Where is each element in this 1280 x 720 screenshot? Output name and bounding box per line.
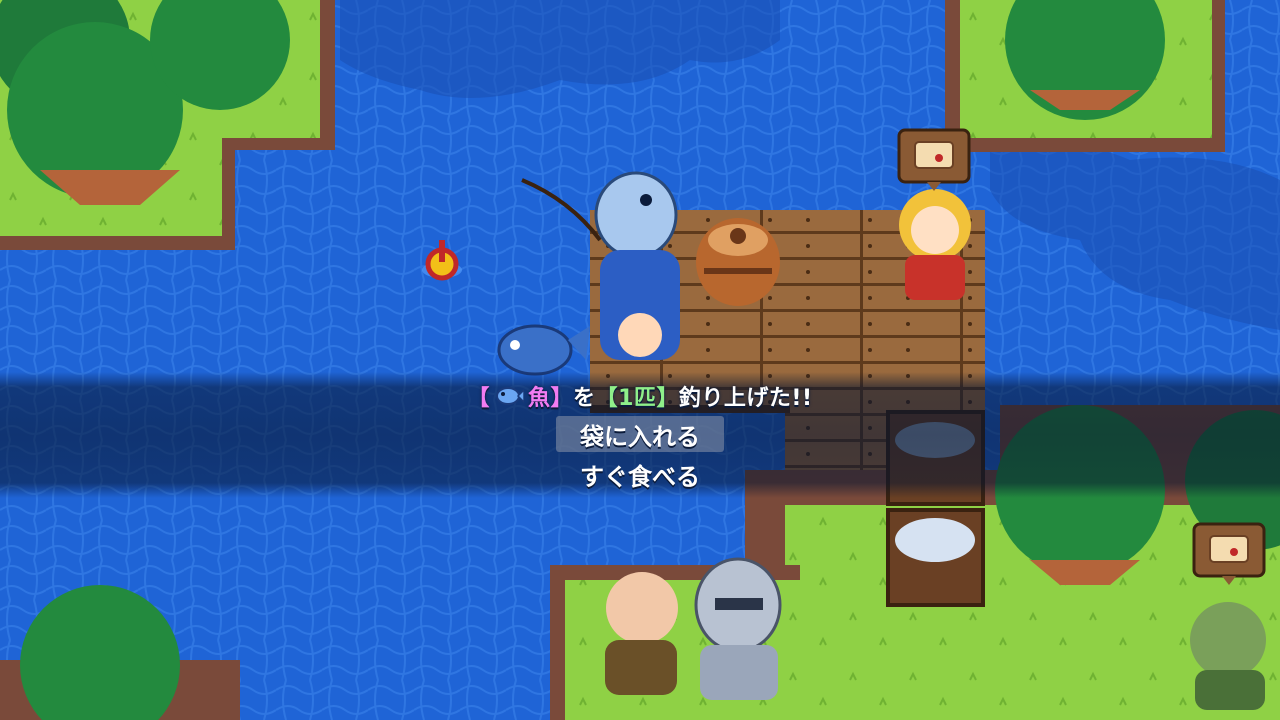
- quest-bubble[interactable]: [1192, 522, 1266, 586]
- island-top-right: [945, 0, 1225, 152]
- quest-bubble[interactable]: [897, 128, 971, 192]
- catch-message: 【 魚 】 を 【 1匹 】 釣り上げた!!: [0, 378, 1280, 414]
- quantity-bracket-close: 】: [656, 386, 679, 411]
- particle-text: を: [573, 386, 596, 411]
- fish-crate: [886, 508, 985, 607]
- npc-knight: [694, 557, 782, 700]
- verb-text: 釣り上げた!!: [678, 386, 813, 411]
- choice-eat-now[interactable]: すぐ食べる: [556, 456, 724, 492]
- quantity-bracket-open: 【: [595, 386, 619, 411]
- quantity-text: 1匹: [618, 386, 657, 411]
- item-bracket-close: 】: [550, 386, 574, 411]
- item-name: 魚: [528, 386, 551, 411]
- player-character: [594, 171, 680, 360]
- npc-cat-girl: [899, 189, 971, 300]
- npc-goblin: [1190, 602, 1266, 710]
- scroll-icon: [914, 141, 954, 169]
- scroll-icon: [1209, 535, 1249, 563]
- item-bracket-open: 【: [467, 386, 491, 411]
- game-map: [0, 0, 1280, 720]
- choice-put-in-bag[interactable]: 袋に入れる: [556, 416, 724, 452]
- fish-icon: [496, 387, 525, 405]
